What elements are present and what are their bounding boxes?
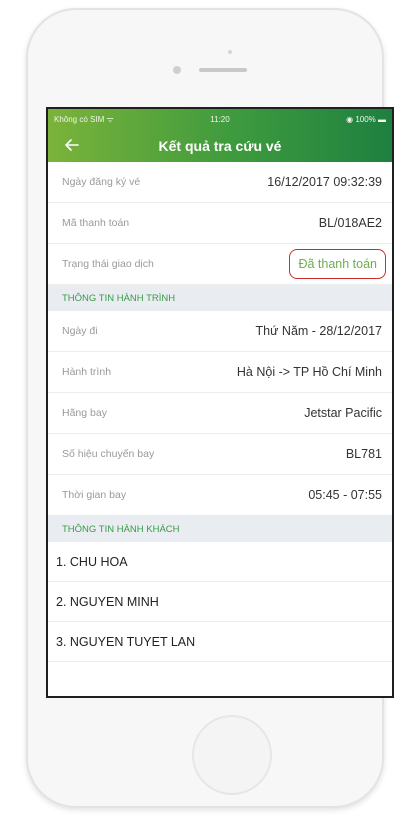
battery-text: ◉ 100% ▬ bbox=[346, 114, 387, 124]
detail-row-registration-date: Ngày đăng ký vé 16/12/2017 09:32:39 bbox=[48, 162, 392, 203]
itinerary-row-airline: Hãng bay Jetstar Pacific bbox=[48, 393, 392, 434]
itinerary-value: Jetstar Pacific bbox=[304, 406, 382, 420]
camera-icon bbox=[228, 50, 232, 54]
passenger-list: 1. CHU HOA 2. NGUYEN MINH 3. NGUYEN TUYE… bbox=[48, 542, 392, 662]
front-camera-icon bbox=[173, 66, 181, 74]
detail-label: Trạng thái giao dịch bbox=[62, 258, 154, 270]
carrier-text: Không có SIM ᯤ bbox=[54, 114, 114, 124]
detail-label: Mã thanh toán bbox=[62, 217, 130, 229]
itinerary-details: Ngày đi Thứ Năm - 28/12/2017 Hành trình … bbox=[48, 311, 392, 516]
detail-row-transaction-status: Trạng thái giao dịch Đã thanh toán bbox=[48, 244, 392, 285]
detail-label: Ngày đăng ký vé bbox=[62, 176, 141, 188]
app-header: Không có SIM ᯤ 11:20 ◉ 100% ▬ Kết quả tr… bbox=[48, 109, 392, 162]
itinerary-label: Thời gian bay bbox=[62, 489, 127, 501]
clock-text: 11:20 bbox=[210, 114, 230, 124]
itinerary-row-departure-date: Ngày đi Thứ Năm - 28/12/2017 bbox=[48, 311, 392, 352]
passenger-item: 3. NGUYEN TUYET LAN bbox=[48, 622, 392, 662]
page-title: Kết quả tra cứu vé bbox=[158, 137, 282, 154]
itinerary-label: Hành trình bbox=[62, 366, 112, 378]
passenger-section-header: THÔNG TIN HÀNH KHÁCH bbox=[48, 516, 392, 542]
itinerary-section-header: THÔNG TIN HÀNH TRÌNH bbox=[48, 285, 392, 311]
home-button[interactable] bbox=[192, 715, 272, 795]
itinerary-value: Thứ Năm - 28/12/2017 bbox=[255, 324, 383, 338]
itinerary-row-route: Hành trình Hà Nội -> TP Hồ Chí Minh bbox=[48, 352, 392, 393]
title-bar: Kết quả tra cứu vé bbox=[48, 129, 392, 162]
ticket-details: Ngày đăng ký vé 16/12/2017 09:32:39 Mã t… bbox=[48, 162, 392, 285]
itinerary-label: Hãng bay bbox=[62, 407, 107, 419]
itinerary-row-flight-time: Thời gian bay 05:45 - 07:55 bbox=[48, 475, 392, 516]
phone-screen: Không có SIM ᯤ 11:20 ◉ 100% ▬ Kết quả tr… bbox=[46, 107, 394, 698]
back-arrow-icon bbox=[65, 139, 79, 151]
passenger-item: 1. CHU HOA bbox=[48, 542, 392, 582]
itinerary-value: Hà Nội -> TP Hồ Chí Minh bbox=[236, 365, 382, 379]
detail-value: BL/018AE2 bbox=[318, 216, 382, 230]
itinerary-value: 05:45 - 07:55 bbox=[308, 488, 382, 502]
detail-value: 16/12/2017 09:32:39 bbox=[267, 175, 382, 189]
itinerary-row-flight-number: Số hiệu chuyến bay BL781 bbox=[48, 434, 392, 475]
back-button[interactable] bbox=[60, 135, 84, 155]
detail-row-payment-code: Mã thanh toán BL/018AE2 bbox=[48, 203, 392, 244]
status-bar: Không có SIM ᯤ 11:20 ◉ 100% ▬ bbox=[48, 109, 392, 129]
itinerary-label: Ngày đi bbox=[62, 325, 98, 337]
itinerary-value: BL781 bbox=[345, 447, 382, 461]
speaker-grille bbox=[199, 68, 247, 72]
itinerary-label: Số hiệu chuyến bay bbox=[62, 448, 155, 460]
passenger-item: 2. NGUYEN MINH bbox=[48, 582, 392, 622]
status-badge: Đã thanh toán bbox=[289, 249, 386, 279]
